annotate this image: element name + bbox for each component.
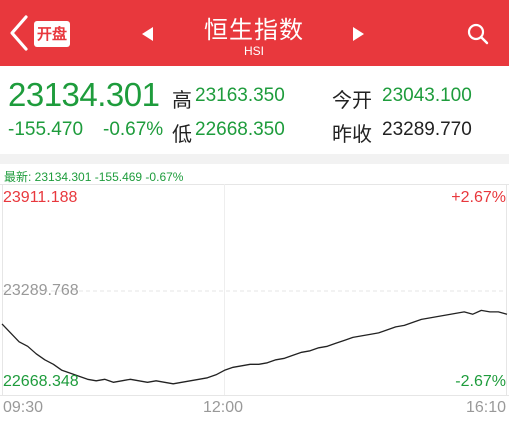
market-open-label: 开盘 [36,25,67,43]
change-value: -155.470 [8,119,84,140]
section-divider [0,154,509,164]
open-label: 今开 [332,88,372,112]
triangle-left-icon[interactable] [139,25,155,43]
page-title: 恒生指数 [204,16,304,44]
intraday-chart[interactable]: 23911.188 +2.67% 23289.768 22668.348 -2.… [0,184,509,421]
high-label: 高 [172,88,192,112]
index-code: HSI [243,44,264,58]
x-label-open: 09:30 [3,399,44,416]
low-label: 低 [172,122,192,146]
prev-close-label: 昨收 [332,122,372,146]
header-bar: 开盘 恒生指数 HSI [0,0,509,66]
change-percent: -0.67% [103,119,164,140]
x-label-noon: 12:00 [203,399,244,416]
prev-close-value: 23289.770 [382,119,472,140]
y-top-label: 23911.188 [3,189,78,206]
quote-panel: 23134.301 高 23163.350 今开 23043.100 -155.… [0,66,509,154]
x-label-close: 16:10 [465,399,506,416]
triangle-right-icon[interactable] [351,25,367,43]
chevron-left-icon[interactable] [8,14,30,52]
open-value: 23043.100 [382,85,472,106]
pct-top-label: +2.67% [451,189,506,206]
high-value: 23163.350 [195,85,285,106]
current-price: 23134.301 [8,76,160,113]
y-mid-label: 23289.768 [3,282,79,299]
pct-bottom-label: -2.67% [455,373,506,390]
low-value: 22668.350 [195,119,285,140]
search-icon[interactable] [466,22,490,46]
y-bottom-label: 22668.348 [3,373,79,390]
market-open-badge: 开盘 [34,21,70,47]
latest-quote-line: 最新: 23134.301 -155.469 -0.67% [4,170,184,184]
